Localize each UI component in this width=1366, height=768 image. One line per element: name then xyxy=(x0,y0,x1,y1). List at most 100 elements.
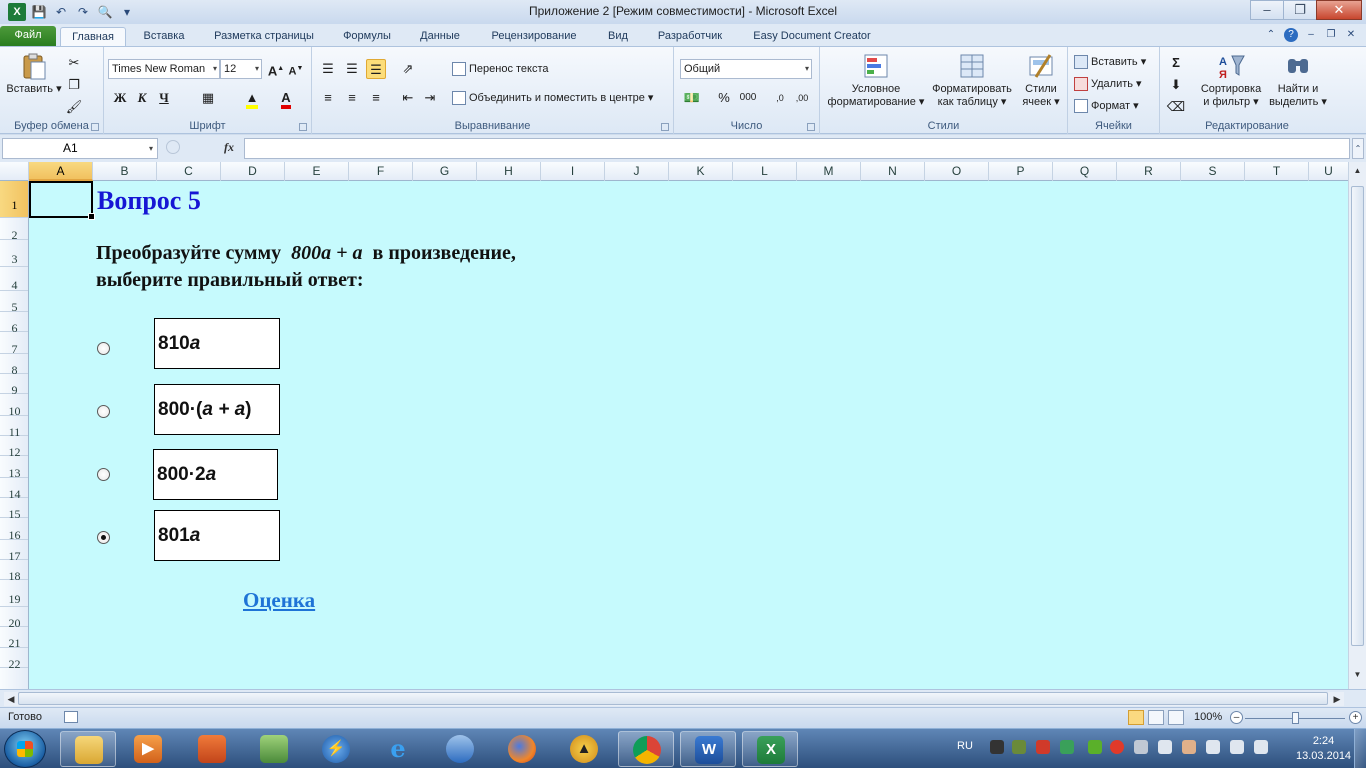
row-header-18[interactable]: 18 xyxy=(0,560,28,583)
column-header-o[interactable]: O xyxy=(925,162,989,181)
tray-alert-icon[interactable] xyxy=(1110,740,1124,754)
minimize-ribbon-icon[interactable]: ⌃ xyxy=(1264,28,1278,42)
align-right-icon[interactable]: ≡ xyxy=(366,88,386,108)
minimize-button[interactable]: – xyxy=(1250,0,1284,20)
taskbar-explorer[interactable] xyxy=(60,731,116,767)
action-center-icon[interactable] xyxy=(1206,740,1220,754)
tray-app-icon-3[interactable] xyxy=(1182,740,1196,754)
decrease-decimal-icon[interactable]: ,00 xyxy=(792,88,812,108)
taskbar-firefox[interactable] xyxy=(494,731,550,767)
tab-file[interactable]: Файл xyxy=(0,26,56,46)
column-header-r[interactable]: R xyxy=(1117,162,1181,181)
format-as-table-button[interactable]: Форматировать как таблицу ▾ xyxy=(930,51,1014,109)
column-header-l[interactable]: L xyxy=(733,162,797,181)
vertical-scrollbar[interactable]: ▲ ▼ xyxy=(1348,162,1366,689)
tray-antivirus-icon[interactable] xyxy=(1036,740,1050,754)
font-color-icon[interactable]: A xyxy=(276,88,296,109)
row-header-15[interactable]: 15 xyxy=(0,498,28,521)
tray-network-icon[interactable] xyxy=(1134,740,1148,754)
decrease-indent-icon[interactable]: ⇤ xyxy=(398,88,418,108)
row-header-8[interactable]: 8 xyxy=(0,354,28,377)
language-indicator[interactable]: RU xyxy=(957,740,973,752)
window-minimize-icon[interactable]: – xyxy=(1304,28,1318,42)
taskbar-aimp[interactable]: ▲ xyxy=(556,731,612,767)
page-layout-view-icon[interactable] xyxy=(1148,710,1164,725)
row-header-11[interactable]: 11 xyxy=(0,416,28,439)
volume-icon[interactable] xyxy=(1158,740,1172,754)
row-header-3[interactable]: 3 xyxy=(0,240,28,267)
align-bottom-icon[interactable]: ☰ xyxy=(366,59,386,79)
fill-color-icon[interactable]: ▲ xyxy=(242,88,262,109)
currency-icon[interactable]: 💵 xyxy=(682,88,702,108)
align-center-icon[interactable]: ≡ xyxy=(342,88,362,108)
taskbar-internet-explorer[interactable]: e xyxy=(370,731,426,767)
restore-button[interactable]: ❐ xyxy=(1283,0,1317,20)
zoom-slider-thumb[interactable] xyxy=(1292,712,1299,724)
format-painter-icon[interactable]: 🖌 xyxy=(64,97,84,117)
scroll-right-icon[interactable]: ▶ xyxy=(1330,692,1344,706)
font-family-select[interactable]: Times New Roman ▾ xyxy=(108,59,220,79)
row-header-14[interactable]: 14 xyxy=(0,478,28,501)
column-header-c[interactable]: C xyxy=(157,162,221,181)
scroll-up-icon[interactable]: ▲ xyxy=(1351,166,1364,180)
tab-home[interactable]: Главная xyxy=(60,27,126,46)
insert-function-icon[interactable]: fx xyxy=(224,140,234,155)
show-desktop-button[interactable] xyxy=(1354,729,1366,768)
font-size-select[interactable]: 12 ▾ xyxy=(220,59,262,79)
row-header-12[interactable]: 12 xyxy=(0,436,28,459)
vertical-scroll-thumb[interactable] xyxy=(1351,186,1364,646)
bold-button[interactable]: Ж xyxy=(110,88,130,108)
row-header-19[interactable]: 19 xyxy=(0,580,28,607)
column-header-e[interactable]: E xyxy=(285,162,349,181)
grow-font-icon[interactable]: A▲ xyxy=(266,59,286,79)
find-select-button[interactable]: Найти и выделить ▾ xyxy=(1266,51,1330,109)
row-header-4[interactable]: 4 xyxy=(0,267,28,292)
tab-review[interactable]: Рецензирование xyxy=(480,27,588,46)
shrink-font-icon[interactable]: A▼ xyxy=(286,59,306,79)
align-left-icon[interactable]: ≡ xyxy=(318,88,338,108)
column-header-f[interactable]: F xyxy=(349,162,413,181)
row-header-6[interactable]: 6 xyxy=(0,312,28,335)
delete-cells-button[interactable]: Удалить ▾ xyxy=(1074,77,1142,92)
row-header-13[interactable]: 13 xyxy=(0,456,28,480)
row-header-2[interactable]: 2 xyxy=(0,218,28,242)
italic-button[interactable]: К xyxy=(132,88,152,108)
tray-drive-icon[interactable] xyxy=(1060,740,1074,754)
normal-view-icon[interactable] xyxy=(1128,710,1144,725)
row-header-7[interactable]: 7 xyxy=(0,332,28,356)
row-header-21[interactable]: 21 xyxy=(0,627,28,650)
row-header-17[interactable]: 17 xyxy=(0,540,28,563)
tray-app-icon-2[interactable] xyxy=(1012,740,1026,754)
cell-styles-button[interactable]: Стили ячеек ▾ xyxy=(1016,51,1066,109)
alignment-launcher[interactable] xyxy=(661,123,669,131)
tab-formulas[interactable]: Формулы xyxy=(334,27,400,46)
conditional-formatting-button[interactable]: Условное форматирование ▾ xyxy=(824,51,928,109)
power-icon[interactable] xyxy=(1254,740,1268,754)
taskbar-media-player[interactable]: ▶ xyxy=(120,731,176,767)
column-header-m[interactable]: M xyxy=(797,162,861,181)
font-launcher[interactable] xyxy=(299,123,307,131)
tray-torrent-icon[interactable] xyxy=(1088,740,1102,754)
orientation-icon[interactable]: ⇗ xyxy=(398,59,418,79)
selected-cell-a1[interactable] xyxy=(29,181,95,220)
answer-radio-1[interactable] xyxy=(97,342,110,355)
clipboard-launcher[interactable] xyxy=(91,123,99,131)
tab-easy-document-creator[interactable]: Easy Document Creator xyxy=(742,27,882,46)
column-header-i[interactable]: I xyxy=(541,162,605,181)
row-header-5[interactable]: 5 xyxy=(0,291,28,314)
format-cells-button[interactable]: Формат ▾ xyxy=(1074,99,1139,114)
increase-decimal-icon[interactable]: ,0 xyxy=(770,88,790,108)
cell-grid[interactable]: Вопрос 5 Преобразуйте сумму 800a + a в п… xyxy=(29,181,1348,689)
clock[interactable]: 2:24 13.03.2014 xyxy=(1296,734,1351,764)
taskbar-paint-app[interactable] xyxy=(246,731,302,767)
column-header-p[interactable]: P xyxy=(989,162,1053,181)
column-header-h[interactable]: H xyxy=(477,162,541,181)
underline-button[interactable]: Ч xyxy=(154,88,174,108)
copy-icon[interactable]: ❐ xyxy=(64,75,84,95)
borders-icon[interactable]: ▦ xyxy=(198,88,218,108)
clear-icon[interactable]: ⌫ xyxy=(1166,97,1186,117)
select-all-corner[interactable] xyxy=(0,162,29,181)
tab-developer[interactable]: Разработчик xyxy=(648,27,732,46)
autosum-button[interactable]: Σ xyxy=(1166,53,1186,73)
row-header-10[interactable]: 10 xyxy=(0,394,28,418)
